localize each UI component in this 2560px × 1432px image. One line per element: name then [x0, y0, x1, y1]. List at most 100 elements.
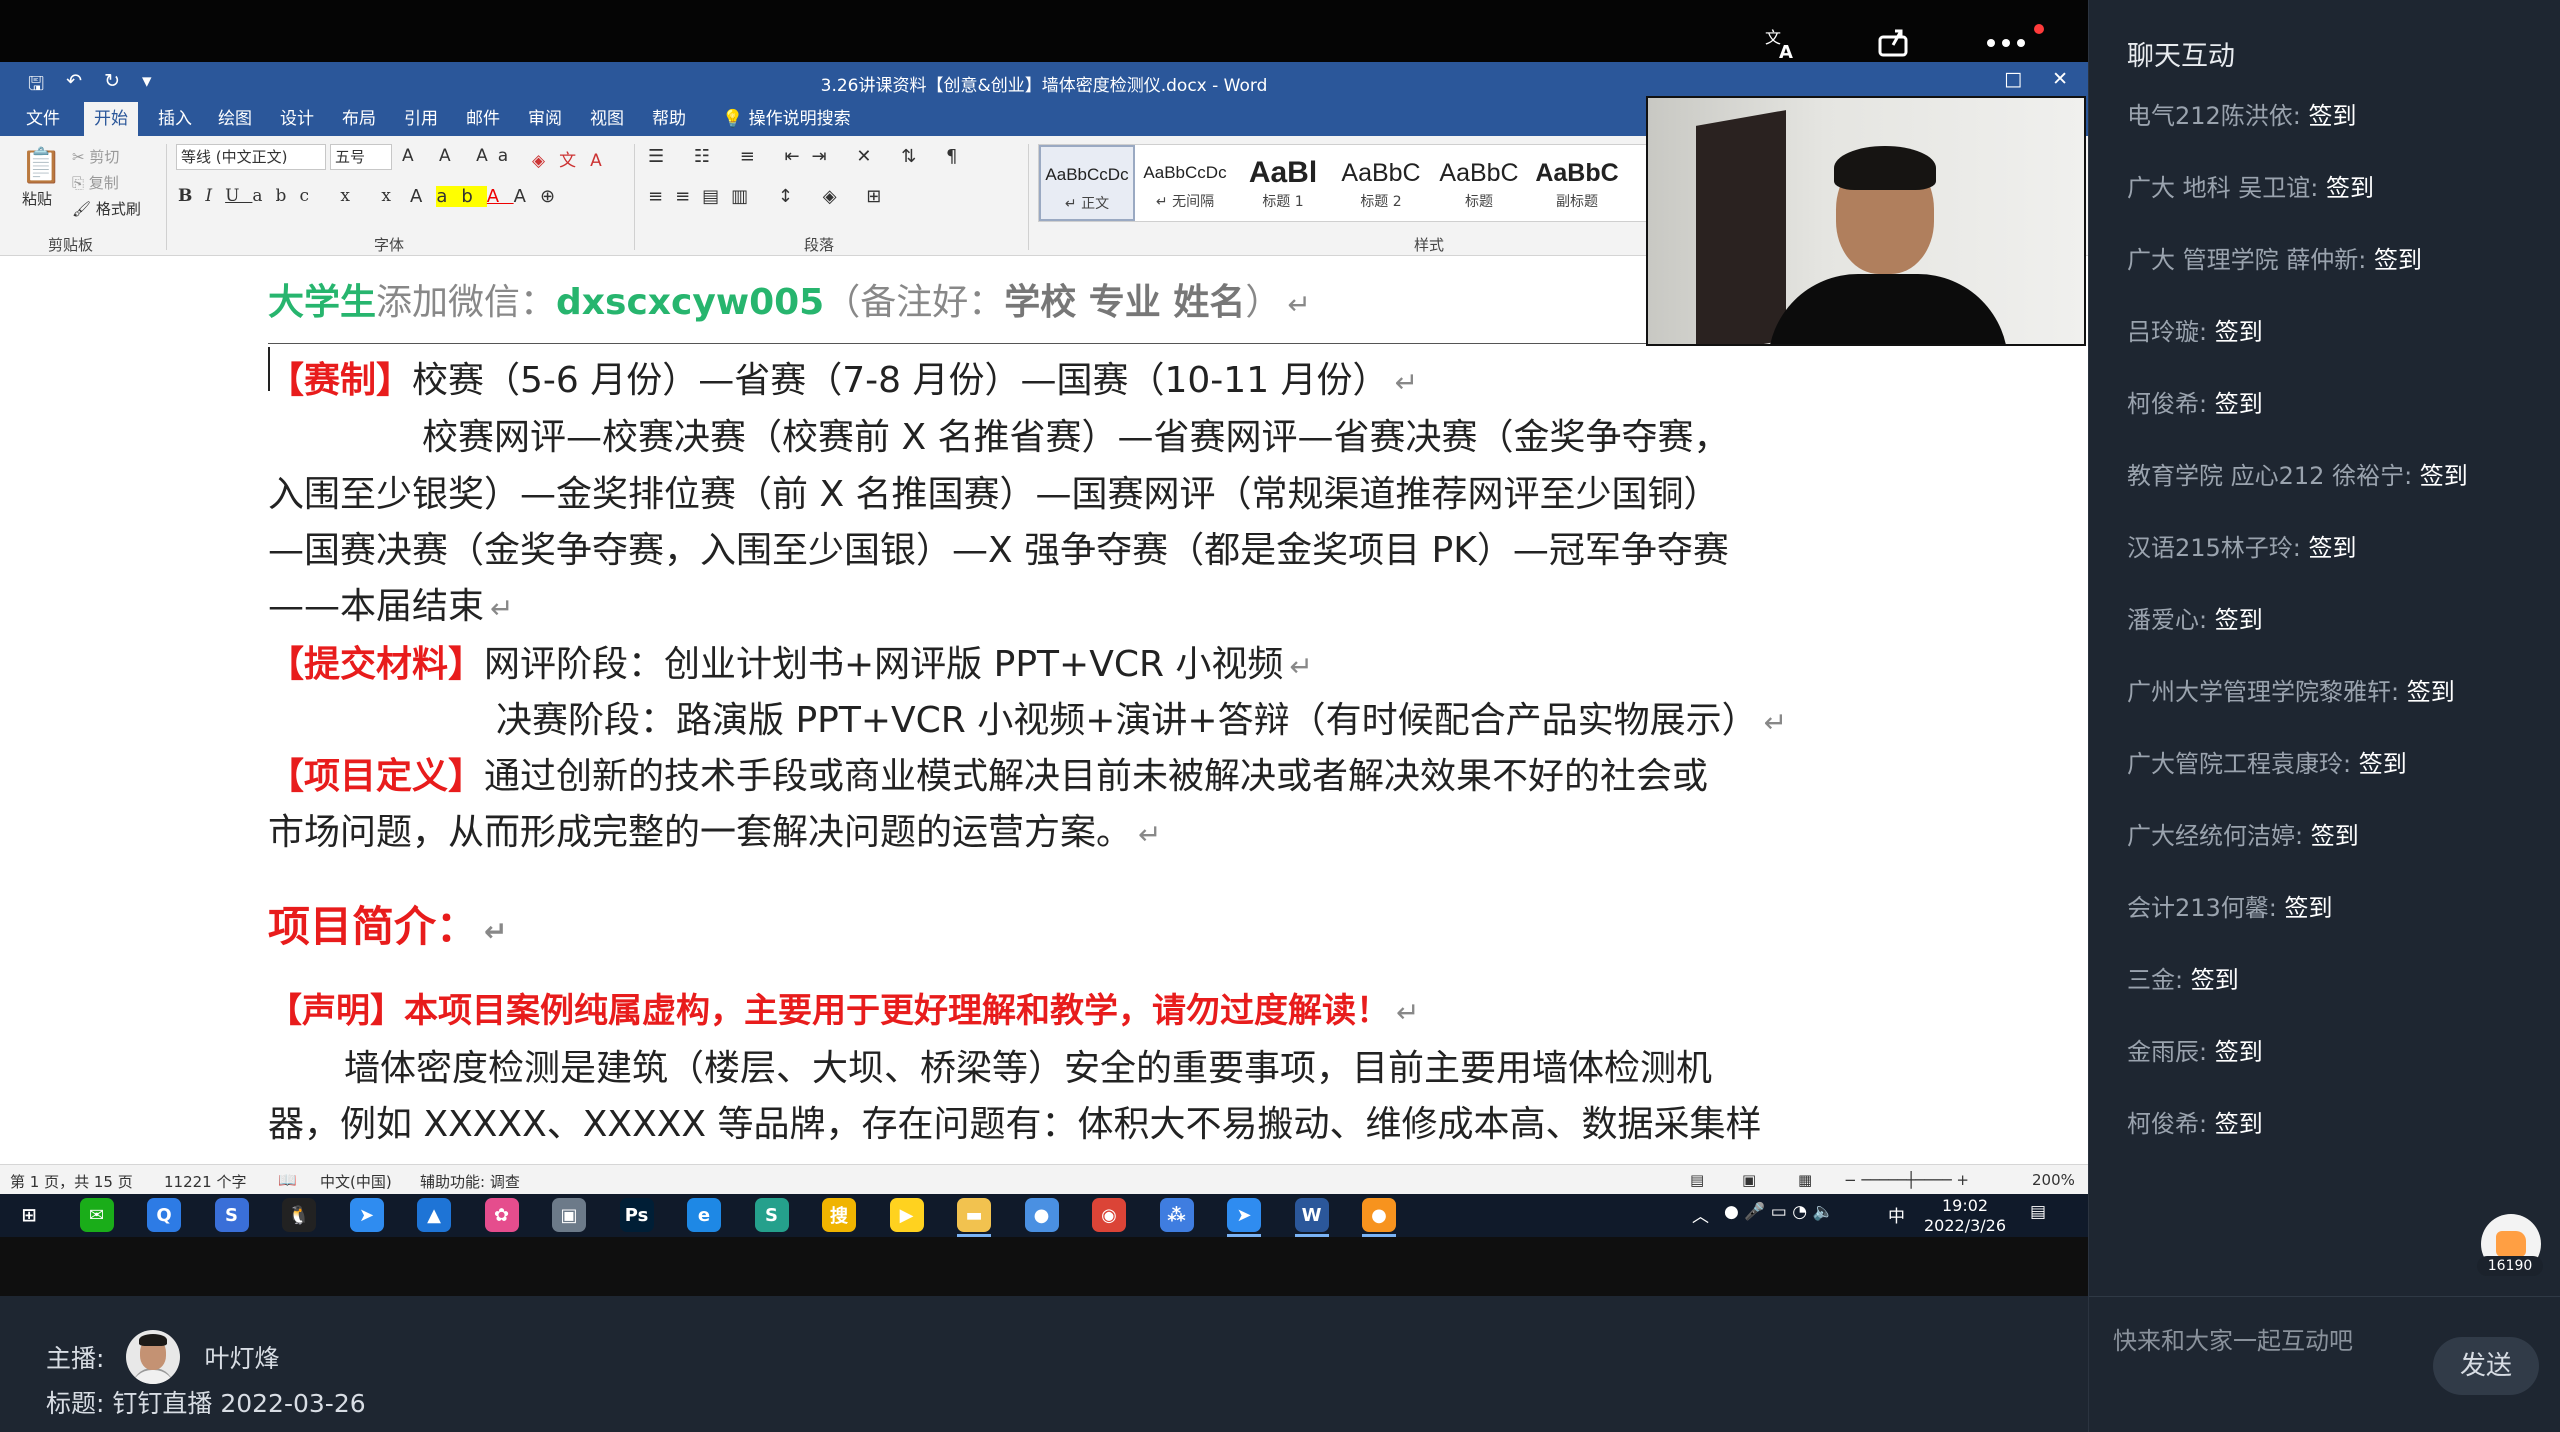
tab-layout[interactable]: 布局	[332, 102, 386, 136]
chrome-icon[interactable]: ◉	[1092, 1198, 1126, 1232]
meeting-icon[interactable]: ●	[1024, 1198, 1059, 1232]
photos-icon[interactable]: ▲	[417, 1198, 451, 1232]
align-buttons[interactable]: ≡≡▤▥ ↕ ◈ ⊞	[648, 186, 893, 207]
ime-indicator[interactable]: 中	[1888, 1202, 1905, 1227]
font-size-select[interactable]: 五号	[330, 144, 392, 170]
zoom-slider[interactable]: − ─────┼──── +	[1844, 1171, 1969, 1189]
chat-username: 广大管院工程袁康玲:	[2127, 750, 2352, 778]
taskbar-active-indicator	[1227, 1234, 1261, 1237]
paste-button[interactable]: 粘贴	[22, 188, 52, 209]
close-icon[interactable]: ✕	[2052, 68, 2068, 90]
tab-insert[interactable]: 插入	[148, 102, 202, 136]
font-color-buttons[interactable]: AabAA⊕	[410, 186, 569, 207]
style-normal[interactable]: AaBbCcDc ↵ 正文	[1039, 145, 1135, 221]
doc-line-5: ——本届结束 ↵	[268, 577, 513, 629]
photoshop-icon[interactable]: Ps	[619, 1198, 654, 1232]
sogou-input-icon[interactable]: 搜	[822, 1198, 856, 1232]
windows-start-icon[interactable]: ⊞	[12, 1198, 46, 1232]
notifications-icon[interactable]: ▤	[2030, 1202, 2046, 1222]
zoom-level[interactable]: 200%	[2032, 1171, 2075, 1189]
send-button[interactable]: 发送	[2433, 1337, 2539, 1395]
tab-mailings[interactable]: 邮件	[456, 102, 510, 136]
tab-draw[interactable]: 绘图	[208, 102, 262, 136]
doc-line-1: 【赛制】校赛（5-6 月份）—省赛（7-8 月份）—国赛（10-11 月份） ↵	[268, 351, 1418, 403]
print-layout-icon[interactable]: ▣	[1742, 1171, 1756, 1189]
host-label: 主播:	[46, 1344, 105, 1373]
proofing-icon[interactable]: 📖	[278, 1171, 297, 1189]
popout-icon[interactable]	[1864, 18, 1924, 68]
chat-message: 教育学院 应心212 徐裕宁: 签到	[2127, 456, 2468, 491]
language[interactable]: 中文(中国)	[320, 1171, 392, 1192]
tell-me-search[interactable]: 💡 操作说明搜索	[712, 102, 861, 136]
web-layout-icon[interactable]: ▦	[1798, 1171, 1812, 1189]
chat-username: 柯俊希:	[2127, 390, 2208, 418]
dingtalk-icon[interactable]: ➤	[349, 1198, 384, 1232]
chat-input[interactable]	[2113, 1321, 2393, 1361]
doc-line-7: 决赛阶段：路演版 PPT+VCR 小视频+演讲+答辩（有时候配合产品实物展示） ↵	[496, 691, 1787, 743]
font-style-buttons[interactable]: BIUabc x x	[178, 186, 404, 206]
clear-format-buttons[interactable]: ◈文A	[532, 146, 616, 171]
app-icon[interactable]: ✿	[484, 1198, 519, 1232]
cut-button[interactable]: ✂ 剪切	[72, 146, 119, 167]
presenter-camera[interactable]	[1646, 96, 2086, 346]
tab-home[interactable]: 开始	[84, 102, 138, 136]
maximize-icon[interactable]: □	[2004, 68, 2022, 90]
folder-icon[interactable]: ▬	[957, 1198, 991, 1232]
chat-username: 教育学院 应心212 徐裕宁:	[2127, 462, 2413, 490]
font-size-buttons[interactable]: A A Aa	[402, 146, 518, 166]
live-icon[interactable]: ●	[1362, 1198, 1396, 1232]
tray-icons[interactable]: ● 🎤 ▭ ◔ 🔈	[1724, 1202, 1834, 1222]
more-icon[interactable]	[1976, 18, 2036, 68]
browser-icon[interactable]: e	[687, 1198, 721, 1232]
word-icon[interactable]: W	[1294, 1198, 1329, 1232]
chat-text: 签到	[2308, 102, 2357, 130]
wechat-icon[interactable]: ✉	[79, 1198, 114, 1232]
doc-line-11: 墙体密度检测是建筑（楼层、大坝、桥梁等）安全的重要事项，目前主要用墙体检测机	[344, 1048, 1713, 1089]
list-buttons[interactable]: ☰ ☷ ≡ ⇤⇥ ✕ ⇅ ¶	[648, 146, 969, 167]
tab-design[interactable]: 设计	[270, 102, 324, 136]
read-mode-icon[interactable]: ▤	[1690, 1171, 1704, 1189]
tab-references[interactable]: 引用	[394, 102, 448, 136]
document-area[interactable]: 大学生添加微信：dxscxcyw005（备注好：学校 专业 姓名） ↵ 【赛制】校…	[0, 257, 2088, 1165]
taskbar-active-indicator	[957, 1234, 991, 1237]
chat-text: 签到	[2190, 966, 2239, 994]
player-icon[interactable]: ▶	[889, 1198, 924, 1232]
tab-help[interactable]: 帮助	[642, 102, 696, 136]
paste-icon[interactable]: 📋	[20, 146, 62, 186]
chat-text: 签到	[2214, 1110, 2263, 1138]
tab-view[interactable]: 视图	[580, 102, 634, 136]
format-painter-button[interactable]: 🖌 格式刷	[72, 198, 141, 219]
style-no-spacing[interactable]: AaBbCcDc ↵ 无间隔	[1137, 145, 1233, 221]
page-count[interactable]: 第 1 页，共 15 页	[10, 1171, 133, 1192]
word-count[interactable]: 11221 个字	[164, 1171, 247, 1192]
host-row: 主播: 叶灯烽	[46, 1330, 279, 1384]
search-app-icon[interactable]: Q	[147, 1198, 181, 1232]
style-heading-2[interactable]: AaBbC 标题 2	[1333, 145, 1429, 221]
translate-icon[interactable]: 文A	[1752, 18, 1812, 68]
style-subtitle[interactable]: AaBbC 副标题	[1529, 145, 1625, 221]
dingtalk2-icon[interactable]: ➤	[1227, 1198, 1261, 1232]
font-name-select[interactable]: 等线 (中文正文)	[176, 144, 326, 170]
style-title[interactable]: AaBbC 标题	[1431, 145, 1527, 221]
lightbulb-icon: 💡	[722, 109, 749, 129]
copy-button[interactable]: ⎘ 复制	[72, 172, 119, 193]
tab-file[interactable]: 文件	[16, 102, 70, 136]
clipboard-group-label: 剪贴板	[48, 236, 94, 254]
line-text: 通过创新的技术手段或商业模式解决目前未被解决或者解决效果不好的社会或	[484, 756, 1709, 797]
network-icon[interactable]: ⁂	[1159, 1198, 1194, 1232]
show-hidden-icons[interactable]: ︿	[1692, 1202, 1709, 1227]
clock[interactable]: 19:02 2022/3/26	[1924, 1196, 2006, 1236]
chat-username: 汉语215林子玲:	[2127, 534, 2301, 562]
red-heading: 【项目定义】	[268, 756, 485, 797]
header-line: 大学生添加微信：dxscxcyw005（备注好：学校 专业 姓名） ↵	[268, 273, 1311, 325]
avatar[interactable]	[126, 1330, 181, 1384]
paragraph-mark: ↵	[484, 915, 508, 948]
tools-icon[interactable]: ▣	[552, 1198, 586, 1232]
sogou-icon[interactable]: S	[214, 1198, 249, 1232]
accessibility-status[interactable]: 辅助功能: 调查	[420, 1171, 520, 1192]
wps-icon[interactable]: S	[754, 1198, 789, 1232]
chat-text: 签到	[2214, 390, 2263, 418]
style-heading-1[interactable]: AaBl 标题 1	[1235, 145, 1331, 221]
tab-review[interactable]: 审阅	[518, 102, 572, 136]
qq-icon[interactable]: 🐧	[282, 1198, 316, 1232]
